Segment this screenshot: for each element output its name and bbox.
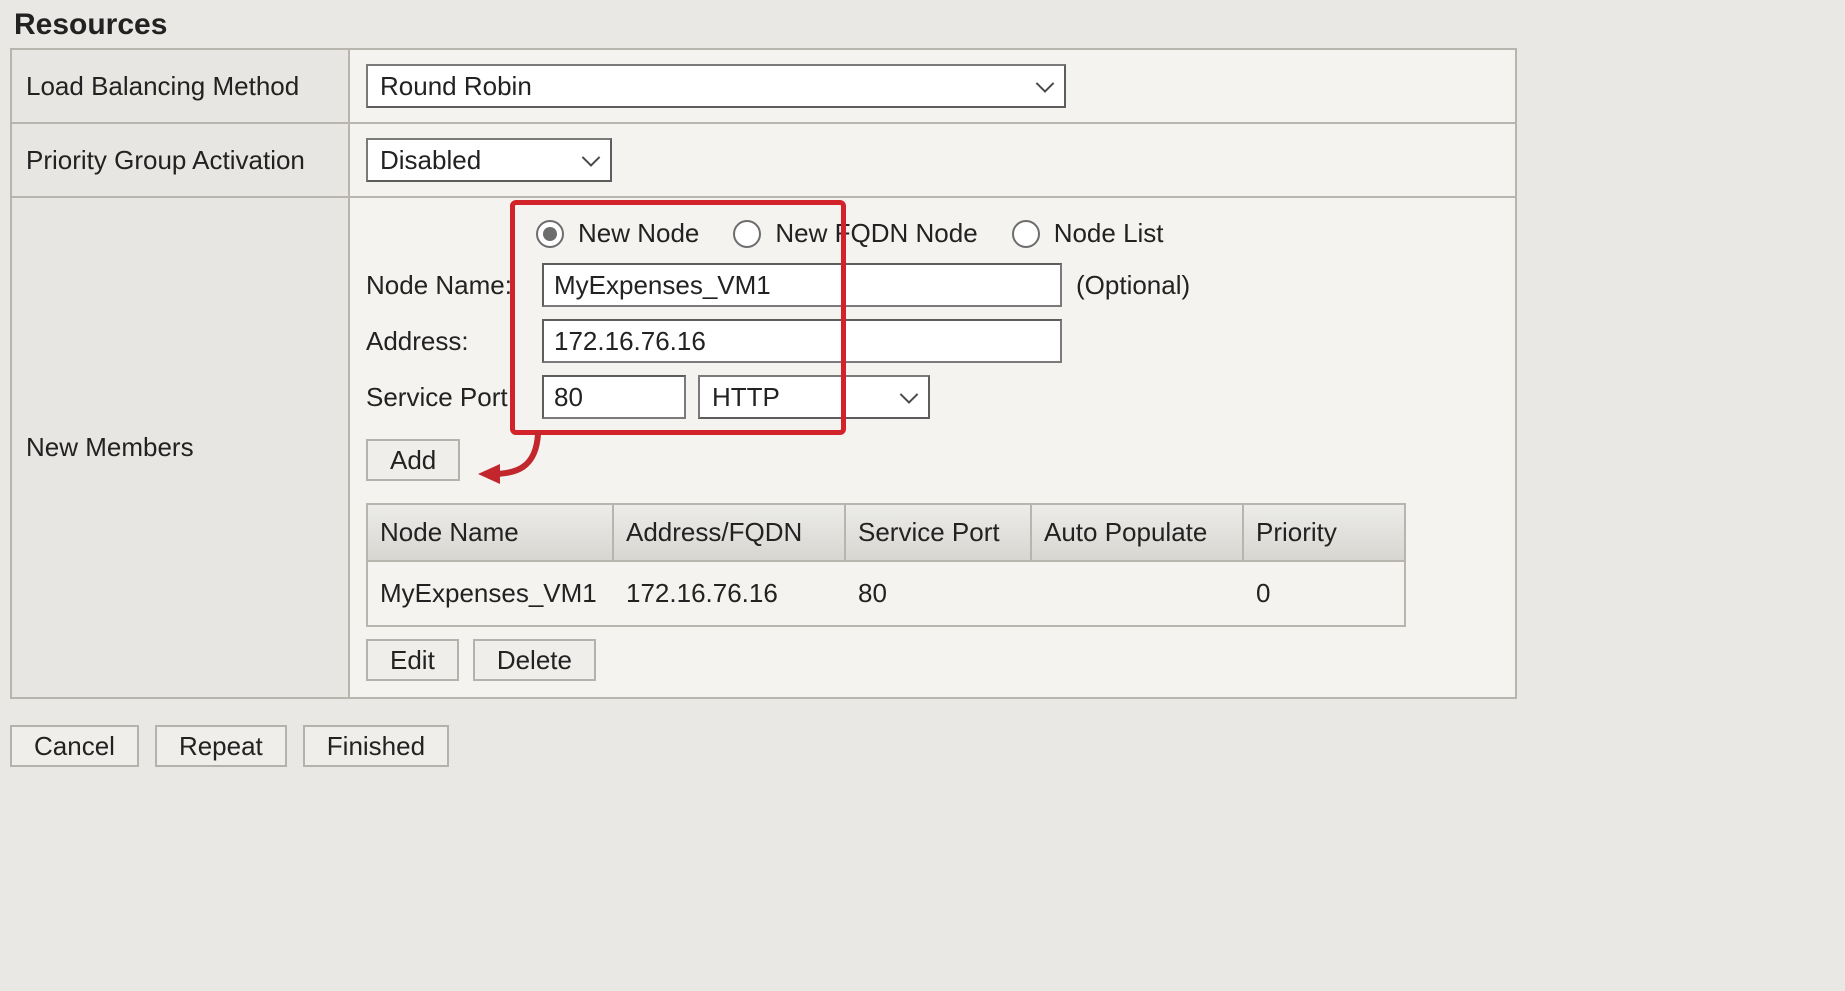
row-members: New Members New Node New FQDN Node Node … <box>12 198 1515 697</box>
lb-method-select[interactable]: Round Robin <box>366 64 1066 108</box>
th-port: Service Port <box>846 505 1032 560</box>
pga-value: Disabled <box>380 145 481 176</box>
port-label: Service Port: <box>366 382 542 413</box>
node-name-input[interactable]: MyExpenses_VM1 <box>542 263 1062 307</box>
port-value: 80 <box>554 382 583 413</box>
node-name-optional: (Optional) <box>1076 270 1190 301</box>
port-proto-value: HTTP <box>712 382 780 413</box>
th-auto: Auto Populate <box>1032 505 1244 560</box>
td-prio: 0 <box>1244 562 1404 625</box>
footer-buttons: Cancel Repeat Finished <box>10 725 1835 767</box>
section-title: Resources <box>10 0 1835 48</box>
td-name: MyExpenses_VM1 <box>368 562 614 625</box>
edit-button[interactable]: Edit <box>366 639 459 681</box>
lb-method-label: Load Balancing Method <box>12 50 350 122</box>
node-name-value: MyExpenses_VM1 <box>554 270 771 301</box>
th-address: Address/FQDN <box>614 505 846 560</box>
resources-panel: Load Balancing Method Round Robin Priori… <box>10 48 1517 699</box>
port-proto-select[interactable]: HTTP <box>698 375 930 419</box>
th-priority: Priority <box>1244 505 1404 560</box>
radio-new-node-label: New Node <box>578 218 699 249</box>
node-type-radios: New Node New FQDN Node Node List <box>536 218 1499 249</box>
td-auto <box>1032 562 1244 625</box>
chevron-down-icon <box>1036 81 1054 91</box>
td-port: 80 <box>846 562 1032 625</box>
port-input[interactable]: 80 <box>542 375 686 419</box>
lb-method-value: Round Robin <box>380 71 532 102</box>
cancel-button[interactable]: Cancel <box>10 725 139 767</box>
radio-node-list[interactable] <box>1012 220 1040 248</box>
address-input[interactable]: 172.16.76.16 <box>542 319 1062 363</box>
radio-new-fqdn-label: New FQDN Node <box>775 218 977 249</box>
row-pga: Priority Group Activation Disabled <box>12 124 1515 198</box>
chevron-down-icon <box>900 392 918 402</box>
address-label: Address: <box>366 326 542 357</box>
radio-new-fqdn[interactable] <box>733 220 761 248</box>
add-button[interactable]: Add <box>366 439 460 481</box>
finished-button[interactable]: Finished <box>303 725 449 767</box>
td-addr: 172.16.76.16 <box>614 562 846 625</box>
th-node-name: Node Name <box>368 505 614 560</box>
radio-node-list-label: Node List <box>1054 218 1164 249</box>
delete-button[interactable]: Delete <box>473 639 596 681</box>
address-value: 172.16.76.16 <box>554 326 706 357</box>
members-table-header: Node Name Address/FQDN Service Port Auto… <box>368 505 1404 562</box>
chevron-down-icon <box>582 155 600 165</box>
pga-select[interactable]: Disabled <box>366 138 612 182</box>
repeat-button[interactable]: Repeat <box>155 725 287 767</box>
radio-new-node[interactable] <box>536 220 564 248</box>
table-row[interactable]: MyExpenses_VM1 172.16.76.16 80 0 <box>368 562 1404 625</box>
members-label: New Members <box>12 198 350 697</box>
pga-label: Priority Group Activation <box>12 124 350 196</box>
node-name-label: Node Name: <box>366 270 542 301</box>
members-table: Node Name Address/FQDN Service Port Auto… <box>366 503 1406 627</box>
row-lb-method: Load Balancing Method Round Robin <box>12 50 1515 124</box>
